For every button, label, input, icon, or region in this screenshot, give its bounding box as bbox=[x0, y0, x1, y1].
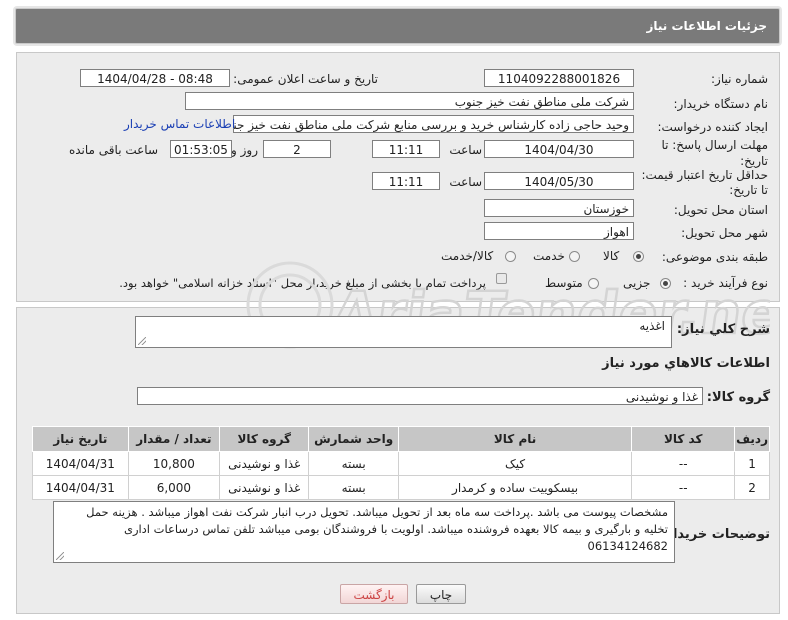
cell-code: -- bbox=[631, 475, 736, 500]
process-partial-label: جزیی bbox=[623, 276, 651, 290]
category-goods-service-label: کالا/خدمت bbox=[441, 249, 494, 263]
resize-grip-icon[interactable] bbox=[56, 552, 64, 560]
col-unit: واحد شمارش bbox=[308, 426, 399, 452]
category-service-label: خدمت bbox=[533, 249, 565, 263]
cell-need-date: 1404/04/31 bbox=[32, 475, 129, 500]
table-row[interactable]: 1 -- کیک بسته غذا و نوشیدنی 10,800 1404/… bbox=[32, 451, 770, 476]
page-header: جزئیات اطلاعات نیاز bbox=[15, 8, 780, 44]
goods-group-label: گروه کالا: bbox=[706, 390, 770, 405]
process-medium-radio[interactable] bbox=[588, 278, 599, 289]
province-field[interactable]: خوزستان bbox=[484, 199, 634, 217]
goods-table-header: ردیف کد کالا نام کالا واحد شمارش گروه کا… bbox=[32, 426, 770, 452]
requester-field[interactable]: وحید حاجی زاده کارشناس خرید و بررسی مناب… bbox=[233, 115, 634, 133]
goods-table: ردیف کد کالا نام کالا واحد شمارش گروه کا… bbox=[32, 426, 770, 500]
buyer-notes-text: مشخصات پیوست می باشد .پرداخت سه ماه بعد … bbox=[86, 505, 668, 553]
col-need-date: تاریخ نیاز bbox=[32, 426, 129, 452]
print-button[interactable]: چاپ bbox=[416, 584, 466, 604]
category-goods-radio[interactable] bbox=[633, 251, 644, 262]
buyer-org-field[interactable]: شرکت ملی مناطق نفت خیز جنوب bbox=[185, 92, 634, 110]
validity-time-field[interactable]: 11:11 bbox=[372, 172, 440, 190]
remaining-time-field[interactable]: 01:53:05 bbox=[170, 140, 232, 158]
category-goods-service-radio[interactable] bbox=[505, 251, 516, 262]
deadline-time-label: ساعت bbox=[449, 143, 482, 157]
col-quantity: تعداد / مقدار bbox=[127, 426, 221, 452]
min-validity-label: حداقل تاریخ اعتبار قیمت: bbox=[641, 168, 768, 182]
deadline-date-field[interactable]: 1404/04/30 bbox=[484, 140, 634, 158]
city-label: شهر محل تحویل: bbox=[681, 226, 768, 240]
province-label: استان محل تحویل: bbox=[673, 203, 768, 217]
resize-grip-icon[interactable] bbox=[138, 337, 146, 345]
announce-datetime-field[interactable]: 1404/04/28 - 08:48 bbox=[80, 69, 230, 87]
process-label: نوع فرآیند خرید : bbox=[683, 276, 768, 290]
cell-name: بیسکوییت ساده و کرمدار bbox=[397, 475, 633, 500]
cell-unit: بسته bbox=[308, 475, 399, 500]
city-field[interactable]: اهواز bbox=[484, 222, 634, 240]
validity-time-label: ساعت bbox=[449, 175, 482, 189]
goods-section-title: اطلاعات كالاهاي مورد نياز bbox=[602, 356, 770, 371]
category-label: طبقه بندی موضوعی: bbox=[661, 250, 768, 264]
announce-label: تاریخ و ساعت اعلان عمومی: bbox=[233, 72, 378, 86]
table-row[interactable]: 2 -- بیسکوییت ساده و کرمدار بسته غذا و ن… bbox=[32, 475, 770, 500]
col-code: کد کالا bbox=[631, 426, 736, 452]
treasury-payment-checkbox[interactable] bbox=[496, 273, 507, 284]
validity-date-field[interactable]: 1404/05/30 bbox=[484, 172, 634, 190]
cell-unit: بسته bbox=[308, 451, 399, 476]
treasury-payment-note: پرداخت تمام یا بخشی از مبلغ خرید،از محل … bbox=[119, 276, 486, 290]
description-field[interactable]: اغذیه bbox=[135, 316, 672, 348]
cell-quantity: 6,000 bbox=[127, 475, 221, 500]
category-service-radio[interactable] bbox=[569, 251, 580, 262]
need-number-label: شماره نیاز: bbox=[711, 72, 768, 86]
col-row: ردیف bbox=[734, 426, 770, 452]
col-group: گروه کالا bbox=[219, 426, 310, 452]
buyer-contact-link[interactable]: اطلاعات تماس خریدار bbox=[124, 117, 235, 131]
cell-quantity: 10,800 bbox=[127, 451, 221, 476]
description-label: شرح كلي نياز: bbox=[676, 322, 770, 337]
description-text: اغذیه bbox=[639, 319, 665, 333]
cell-row: 2 bbox=[734, 475, 770, 500]
cell-group: غذا و نوشیدنی bbox=[219, 451, 310, 476]
min-validity-label-date: تا تاریخ: bbox=[729, 183, 768, 197]
deadline-label-date: تاریخ: bbox=[740, 154, 768, 168]
remaining-time-label: ساعت باقی مانده bbox=[68, 143, 158, 157]
process-partial-radio[interactable] bbox=[660, 278, 671, 289]
cell-code: -- bbox=[631, 451, 736, 476]
process-medium-label: متوسط bbox=[545, 276, 583, 290]
days-label: روز و bbox=[231, 143, 258, 157]
buyer-notes-field[interactable]: مشخصات پیوست می باشد .پرداخت سه ماه بعد … bbox=[53, 501, 675, 563]
back-button[interactable]: بازگشت bbox=[340, 584, 408, 604]
buyer-notes-label: توضیحات خریدار: bbox=[660, 527, 770, 542]
need-number-field[interactable]: 1104092288001826 bbox=[484, 69, 634, 87]
page-title: جزئیات اطلاعات نیاز bbox=[646, 19, 767, 33]
buyer-org-label: نام دستگاه خریدار: bbox=[673, 97, 769, 111]
requester-label: ایجاد کننده درخواست: bbox=[657, 120, 768, 134]
cell-group: غذا و نوشیدنی bbox=[219, 475, 310, 500]
deadline-time-field[interactable]: 11:11 bbox=[372, 140, 440, 158]
goods-group-field[interactable]: غذا و نوشیدنی bbox=[137, 387, 703, 405]
cell-row: 1 bbox=[734, 451, 770, 476]
cell-need-date: 1404/04/31 bbox=[32, 451, 129, 476]
col-name: نام کالا bbox=[397, 426, 633, 452]
days-remaining-field[interactable]: 2 bbox=[263, 140, 331, 158]
category-goods-label: کالا bbox=[603, 249, 620, 263]
cell-name: کیک bbox=[397, 451, 633, 476]
deadline-label: مهلت ارسال پاسخ: تا bbox=[661, 138, 768, 152]
